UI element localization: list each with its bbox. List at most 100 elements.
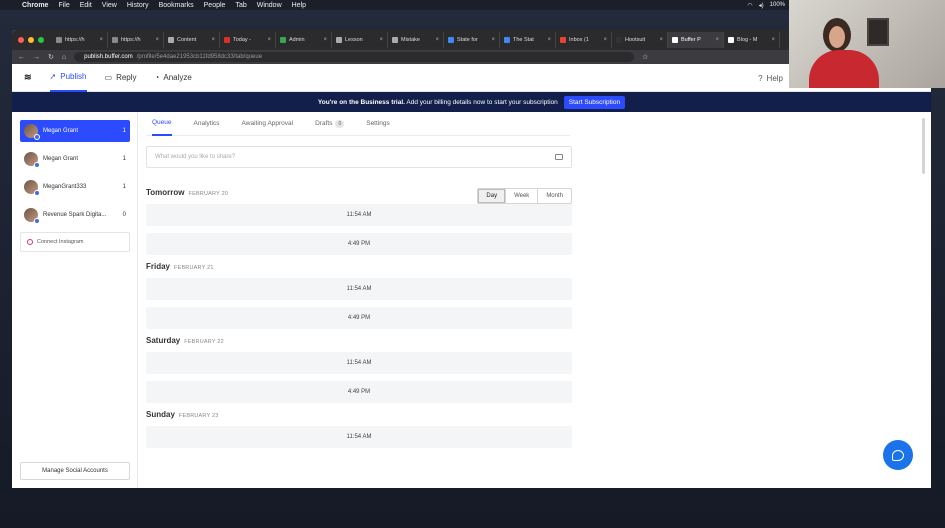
sidebar-account-item[interactable]: Megan Grant 1	[20, 120, 130, 142]
bookmark-star-icon[interactable]: ☆	[642, 53, 648, 61]
volume-icon[interactable]: ◂)	[759, 2, 764, 9]
time-slot[interactable]: 4:49 PM	[146, 307, 572, 329]
forward-icon[interactable]: →	[33, 54, 40, 61]
browser-tab-label: Today -	[233, 37, 252, 43]
menubar-item-file[interactable]: File	[58, 2, 69, 9]
browser-tab[interactable]: The Stat ×	[500, 32, 556, 48]
close-tab-icon[interactable]: ×	[211, 37, 215, 43]
help-link[interactable]: ? Help	[758, 64, 783, 92]
close-tab-icon[interactable]: ×	[99, 37, 103, 43]
time-slot[interactable]: 4:49 PM	[146, 381, 572, 403]
avatar	[24, 152, 40, 168]
network-badge-icon	[34, 162, 40, 168]
close-tab-icon[interactable]: ×	[715, 37, 719, 43]
browser-tab[interactable]: Today - ×	[220, 32, 276, 48]
tab-drafts-label: Drafts	[315, 120, 333, 127]
close-tab-icon[interactable]: ×	[323, 37, 327, 43]
trial-banner: You're on the Business trial. Add your b…	[12, 92, 931, 112]
manage-social-accounts-button[interactable]: Manage Social Accounts	[20, 462, 130, 480]
url-field[interactable]: publish.buffer.com/profile/5e4dae21953cb…	[74, 52, 635, 62]
browser-tab-label: Inbox (1	[569, 37, 589, 43]
webcam-person-body	[809, 50, 879, 88]
close-tab-icon[interactable]: ×	[771, 37, 775, 43]
view-month-button[interactable]: Month	[538, 189, 571, 203]
tab-awaiting-approval[interactable]: Awaiting Approval	[242, 112, 294, 136]
menubar-item-help[interactable]: Help	[292, 2, 306, 9]
sidebar-account-item[interactable]: Revenue Spark Digita... 0	[20, 204, 130, 226]
tab-queue[interactable]: Queue	[152, 112, 172, 136]
browser-tab-label: Lesson	[345, 37, 363, 43]
browser-tab[interactable]: State for ×	[444, 32, 500, 48]
composer-input[interactable]: What would you like to share?	[146, 146, 572, 168]
browser-tab[interactable]: https://h ×	[108, 32, 164, 48]
tab-drafts[interactable]: Drafts 0	[315, 112, 345, 136]
browser-tab[interactable]: Inbox (1 ×	[556, 32, 612, 48]
buffer-logo-icon[interactable]: ≋	[24, 72, 32, 83]
reload-icon[interactable]: ↻	[48, 53, 54, 61]
back-icon[interactable]: ←	[18, 54, 25, 61]
close-window-button[interactable]	[18, 37, 24, 43]
browser-tab[interactable]: Blog - M ×	[724, 32, 780, 48]
view-day-button[interactable]: Day	[478, 189, 507, 203]
menubar-app-name[interactable]: Chrome	[22, 2, 48, 9]
view-week-button[interactable]: Week	[506, 189, 539, 203]
battery-label[interactable]: 100%	[770, 2, 785, 8]
tab-favicon-icon	[224, 37, 230, 43]
close-tab-icon[interactable]: ×	[603, 37, 607, 43]
tab-favicon-icon	[728, 37, 734, 43]
menubar-item-tab[interactable]: Tab	[235, 2, 246, 9]
close-tab-icon[interactable]: ×	[155, 37, 159, 43]
sidebar-account-item[interactable]: MeganGrant333 1	[20, 176, 130, 198]
time-slot[interactable]: 11:54 AM	[146, 278, 572, 300]
minimize-window-button[interactable]	[28, 37, 34, 43]
menubar-item-bookmarks[interactable]: Bookmarks	[159, 2, 194, 9]
scrollbar[interactable]	[922, 118, 925, 174]
time-slot[interactable]: 4:49 PM	[146, 233, 572, 255]
webcam-overlay	[789, 0, 945, 88]
connect-instagram-button[interactable]: Connect Instagram	[20, 232, 130, 252]
menubar-item-people[interactable]: People	[204, 2, 226, 9]
close-tab-icon[interactable]: ×	[267, 37, 271, 43]
browser-tab[interactable]: Mistake ×	[388, 32, 444, 48]
time-slot[interactable]: 11:54 AM	[146, 204, 572, 226]
browser-tab[interactable]: https://h ×	[52, 32, 108, 48]
menubar-item-history[interactable]: History	[127, 2, 149, 9]
nav-analyze[interactable]: ◔ Analyze	[155, 64, 192, 92]
account-queue-count: 1	[122, 128, 126, 134]
start-subscription-button[interactable]: Start Subscription	[563, 95, 626, 109]
close-tab-icon[interactable]: ×	[547, 37, 551, 43]
close-tab-icon[interactable]: ×	[379, 37, 383, 43]
day-heading: Sunday FEBRUARY 23	[146, 410, 572, 426]
menubar-item-edit[interactable]: Edit	[80, 2, 92, 9]
sidebar-account-item[interactable]: Megan Grant 1	[20, 148, 130, 170]
trial-text: Add your billing details now to start yo…	[406, 98, 558, 106]
camera-icon[interactable]	[555, 154, 563, 160]
chat-support-button[interactable]	[883, 440, 913, 470]
nav-reply[interactable]: ▭ Reply	[105, 64, 137, 92]
home-icon[interactable]: ⌂	[62, 54, 66, 61]
close-tab-icon[interactable]: ×	[435, 37, 439, 43]
close-tab-icon[interactable]: ×	[659, 37, 663, 43]
publish-icon: ➚	[49, 72, 57, 81]
account-queue-count: 1	[122, 184, 126, 190]
browser-tab[interactable]: Hootsuit ×	[612, 32, 668, 48]
time-slot[interactable]: 11:54 AM	[146, 426, 572, 448]
close-tab-icon[interactable]: ×	[491, 37, 495, 43]
menubar-item-window[interactable]: Window	[257, 2, 282, 9]
network-badge-icon	[34, 134, 40, 140]
tab-settings[interactable]: Settings	[366, 112, 390, 136]
reply-icon: ▭	[104, 73, 113, 82]
browser-tab[interactable]: Lesson ×	[332, 32, 388, 48]
menubar-item-view[interactable]: View	[102, 2, 117, 9]
nav-publish[interactable]: ➚ Publish	[49, 64, 87, 92]
day-date: FEBRUARY 20	[188, 191, 229, 197]
browser-tab[interactable]: Buffer P ×	[668, 32, 724, 48]
time-slot[interactable]: 11:54 AM	[146, 352, 572, 374]
browser-tab[interactable]: Admin ×	[276, 32, 332, 48]
zoom-window-button[interactable]	[38, 37, 44, 43]
webcam-wall-picture	[867, 18, 889, 46]
tab-analytics[interactable]: Analytics	[194, 112, 220, 136]
tab-favicon-icon	[56, 37, 62, 43]
wifi-icon[interactable]: ◠	[747, 2, 752, 9]
browser-tab[interactable]: Content ×	[164, 32, 220, 48]
